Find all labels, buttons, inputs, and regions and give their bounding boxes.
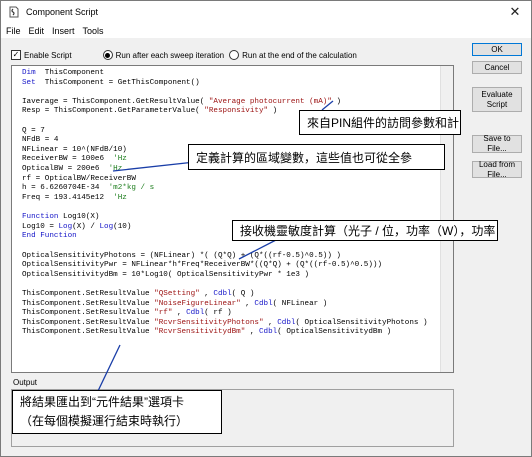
callout-local-variables: 定義計算的區域變數，這些值也可從全參 [188, 144, 445, 170]
callout-export-line1: 將結果匯出到“元件結果”選項卡 [20, 395, 184, 409]
callout-export-results: 將結果匯出到“元件結果”選項卡 （在每個模擬運行結束時執行） [12, 390, 222, 434]
arrow-export-results [97, 344, 121, 392]
callout-export-line2: （在每個模擬運行結束時執行） [20, 414, 189, 428]
callout-pin-parameters: 來自PIN組件的訪問參數和計 [299, 110, 461, 135]
callout-receiver-sensitivity: 接收機靈敏度計算（光子 / 位，功率（W），功率 [232, 220, 498, 241]
arrow-sensitivity-calc [238, 239, 277, 260]
arrow-local-variables [112, 161, 196, 172]
arrow-pin-parameters [321, 100, 334, 111]
